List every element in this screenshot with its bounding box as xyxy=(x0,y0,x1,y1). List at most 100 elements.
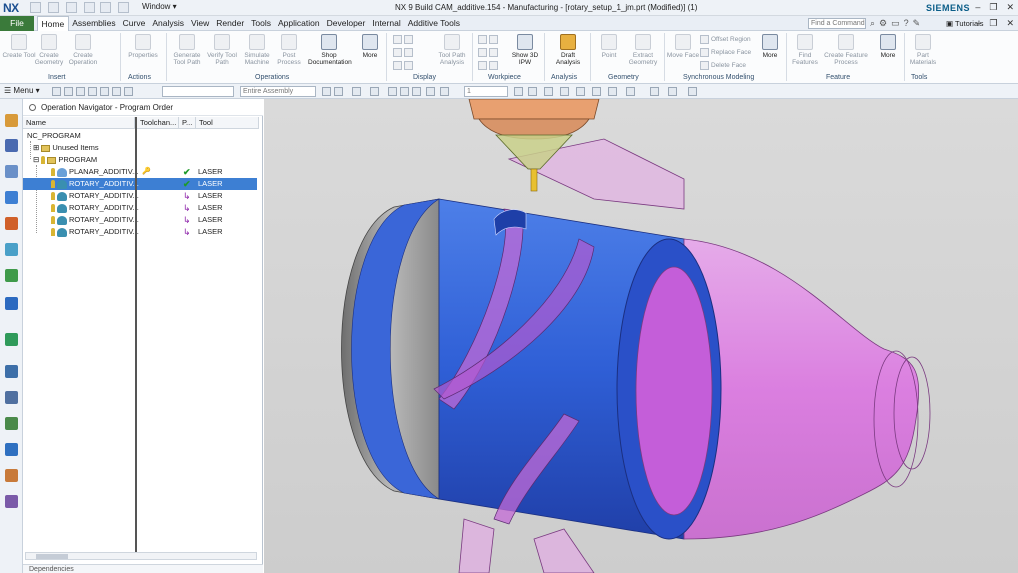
toolbar-icon[interactable] xyxy=(334,87,343,96)
toolbar-icon[interactable] xyxy=(440,87,449,96)
workpiece-icon-3[interactable] xyxy=(478,48,487,57)
machine-tool-navigator-icon[interactable] xyxy=(5,217,18,230)
toolbar-icon[interactable] xyxy=(650,87,659,96)
move-face-button[interactable]: Move Face xyxy=(666,34,700,59)
toolbar-icon[interactable] xyxy=(592,87,601,96)
toolbar-icon[interactable] xyxy=(544,87,553,96)
cut-icon[interactable] xyxy=(84,2,95,13)
doc-minimize-icon[interactable]: – xyxy=(975,18,980,29)
toolbar-icon[interactable] xyxy=(100,87,109,96)
reuse-library-icon[interactable] xyxy=(5,269,18,282)
close-icon[interactable]: ✕ xyxy=(1006,2,1014,13)
tree-item-nc-program[interactable]: NC_PROGRAM xyxy=(23,130,257,142)
toolbar-icon[interactable] xyxy=(112,87,121,96)
operation-navigator-icon[interactable] xyxy=(5,191,18,204)
feature-more-button[interactable]: More xyxy=(874,34,902,59)
workpiece-icon-2[interactable] xyxy=(489,35,498,44)
tree-item-program[interactable]: ⊟ PROGRAM xyxy=(23,154,257,166)
part-materials-button[interactable]: Part Materials xyxy=(906,34,940,66)
offset-region-button[interactable]: Offset Region xyxy=(700,35,751,44)
window-icon[interactable]: ▭ xyxy=(891,18,900,29)
tab-home[interactable]: Home xyxy=(37,16,69,31)
operation-row[interactable]: ROTARY_ADDITIV... ↳ LASER xyxy=(23,190,257,202)
extract-geometry-button[interactable]: Extract Geometry xyxy=(624,34,662,66)
column-path[interactable]: P... xyxy=(179,117,196,129)
workpiece-icon-1[interactable] xyxy=(478,35,487,44)
operation-row[interactable]: ROTARY_ADDITIV... ↳ LASER xyxy=(23,202,257,214)
tree-item-unused-items[interactable]: ⊞ Unused Items xyxy=(23,142,257,154)
constraint-navigator-icon[interactable] xyxy=(5,139,18,152)
system-scenes-icon[interactable] xyxy=(5,443,18,456)
toolbar-icon[interactable] xyxy=(400,87,409,96)
display-icon-3[interactable] xyxy=(393,48,402,57)
operation-row[interactable]: ROTARY_ADDITIV... ✔ LASER xyxy=(23,178,257,190)
simulate-machine-button[interactable]: Simulate Machine xyxy=(240,34,274,66)
tab-analysis[interactable]: Analysis xyxy=(149,16,188,31)
toolbar-icon[interactable] xyxy=(412,87,421,96)
post-process-button[interactable]: Post Process xyxy=(272,34,306,66)
create-tool-button[interactable]: Create Tool xyxy=(2,34,36,59)
layer-select[interactable]: 1 xyxy=(464,86,508,97)
assembly-navigator-icon[interactable] xyxy=(5,114,18,127)
tab-curve[interactable]: Curve xyxy=(119,16,149,31)
toolbar-icon[interactable] xyxy=(52,87,61,96)
sync-more-button[interactable]: More xyxy=(756,34,784,59)
point-button[interactable]: Point xyxy=(592,34,626,59)
toolbar-icon[interactable] xyxy=(528,87,537,96)
part-navigator-icon[interactable] xyxy=(5,165,18,178)
undo-icon[interactable] xyxy=(48,2,59,13)
training-icon[interactable] xyxy=(5,495,18,508)
horizontal-scrollbar[interactable] xyxy=(25,552,257,560)
roles-icon[interactable] xyxy=(5,417,18,430)
create-operation-button[interactable]: Create Operation xyxy=(66,34,100,66)
process-studio-icon[interactable] xyxy=(5,391,18,404)
copy-icon[interactable] xyxy=(100,2,111,13)
graphics-window[interactable] xyxy=(264,99,1018,573)
find-command-input[interactable]: Find a Command xyxy=(808,18,866,29)
display-icon-5[interactable] xyxy=(393,61,402,70)
tab-assemblies[interactable]: Assemblies xyxy=(69,16,119,31)
display-icon-4[interactable] xyxy=(404,48,413,57)
file-tab[interactable]: File xyxy=(0,16,34,31)
web-browser-icon[interactable] xyxy=(5,333,18,346)
operations-more-button[interactable]: More xyxy=(356,34,384,59)
window-menu[interactable]: Window ▾ xyxy=(142,2,177,11)
toolbar-icon[interactable] xyxy=(64,87,73,96)
toolbar-icon[interactable] xyxy=(626,87,635,96)
type-filter-select[interactable] xyxy=(162,86,234,97)
tools-icon[interactable]: ✎ xyxy=(913,18,921,29)
verify-tool-path-button[interactable]: Verify Tool Path xyxy=(205,34,239,66)
toolbar-icon[interactable] xyxy=(88,87,97,96)
display-icon-1[interactable] xyxy=(393,35,402,44)
toolbar-icon[interactable] xyxy=(426,87,435,96)
draft-analysis-button[interactable]: Draft Analysis xyxy=(550,34,586,66)
toolbar-icon[interactable] xyxy=(560,87,569,96)
show-3d-ipw-button[interactable]: Show 3D IPW xyxy=(508,34,542,66)
shop-documentation-button[interactable]: Shop Documentation xyxy=(308,34,352,66)
create-feature-process-button[interactable]: Create Feature Process xyxy=(822,34,870,66)
generate-tool-path-button[interactable]: Generate Tool Path xyxy=(170,34,204,66)
column-toolchange[interactable]: Toolchan... xyxy=(137,117,179,129)
operation-row[interactable]: PLANAR_ADDITIV... 🔑 ✔ LASER xyxy=(23,166,257,178)
tab-application[interactable]: Application xyxy=(275,16,324,31)
operation-row[interactable]: ROTARY_ADDITIV... ↳ LASER xyxy=(23,214,257,226)
tab-internal[interactable]: Internal xyxy=(369,16,404,31)
find-features-button[interactable]: Find Features xyxy=(788,34,822,66)
display-icon-2[interactable] xyxy=(404,35,413,44)
save-icon[interactable] xyxy=(30,2,41,13)
workpiece-icon-5[interactable] xyxy=(478,61,487,70)
cad-viewport[interactable] xyxy=(264,99,1018,573)
workpiece-icon-4[interactable] xyxy=(489,48,498,57)
redo-icon[interactable] xyxy=(66,2,77,13)
toolbar-icon[interactable] xyxy=(352,87,361,96)
minimize-icon[interactable]: – xyxy=(975,2,980,13)
tool-path-analysis-button[interactable]: Tool Path Analysis xyxy=(435,34,469,66)
toolbar-icon[interactable] xyxy=(688,87,697,96)
settings-icon[interactable]: ⚙ xyxy=(879,18,887,29)
toolbar-icon[interactable] xyxy=(124,87,133,96)
assembly-filter-select[interactable]: Entire Assembly xyxy=(240,86,316,97)
tab-render[interactable]: Render xyxy=(213,16,248,31)
properties-button[interactable]: Properties xyxy=(126,34,160,59)
restore-icon[interactable]: ❐ xyxy=(989,2,997,13)
feature-navigator-icon[interactable] xyxy=(5,243,18,256)
